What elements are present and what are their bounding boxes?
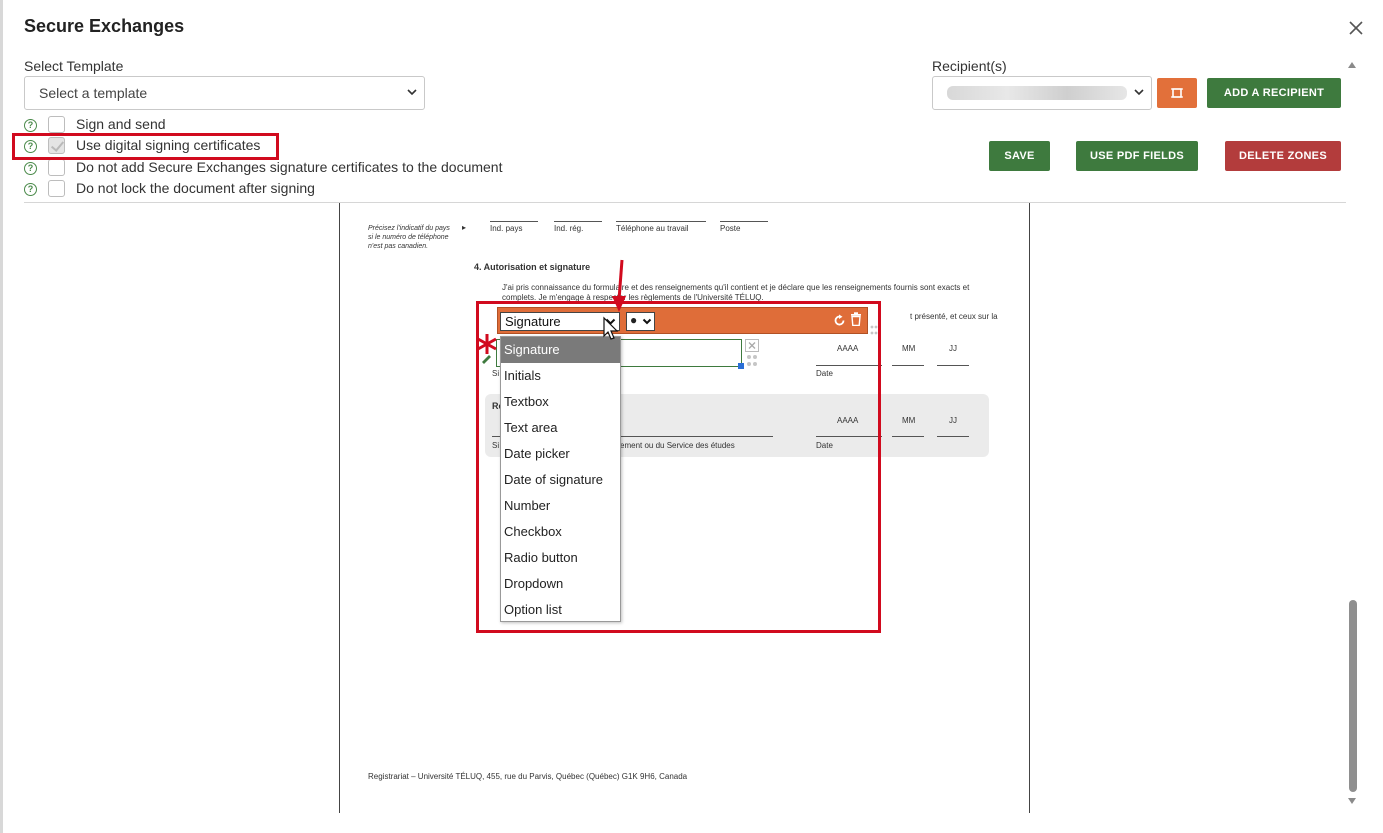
modal-title: Secure Exchanges: [24, 16, 185, 36]
phone-label: Téléphone au travail: [616, 224, 689, 233]
date-line: [937, 436, 969, 437]
scroll-thumb[interactable]: [1349, 600, 1357, 792]
doc-paragraph: J'ai pris connaissance du formulaire et …: [502, 283, 970, 292]
phone-label: Ind. pays: [490, 224, 523, 233]
doc-paragraph: t présenté, et ceux sur la: [910, 312, 998, 321]
date-line: [892, 365, 924, 366]
no-lock-checkbox[interactable]: [48, 180, 65, 197]
annotation-highlight-zone: [476, 301, 881, 633]
option-label: Do not lock the document after signing: [76, 180, 315, 196]
help-icon[interactable]: ?: [24, 183, 37, 196]
help-icon[interactable]: ?: [24, 162, 37, 175]
annotation-highlight-certificates: [12, 133, 279, 160]
no-se-certificates-checkbox[interactable]: [48, 159, 65, 176]
add-recipient-button[interactable]: ADD A RECIPIENT: [1207, 78, 1341, 108]
close-icon[interactable]: [1346, 18, 1366, 38]
scrollbar[interactable]: [1346, 60, 1358, 810]
template-label: Select Template: [24, 58, 124, 74]
date-header: MM: [902, 344, 916, 353]
help-icon[interactable]: ?: [24, 119, 37, 132]
save-button[interactable]: SAVE: [989, 141, 1050, 171]
recipient-redacted-value: [947, 86, 1127, 100]
template-select-value: Select a template: [39, 85, 148, 101]
use-pdf-fields-button[interactable]: USE PDF FIELDS: [1076, 141, 1198, 171]
chevron-down-icon: [1134, 89, 1144, 96]
recipient-select[interactable]: [932, 76, 1152, 110]
phone-field-line: [720, 221, 768, 222]
phone-field-line: [490, 221, 538, 222]
frame-icon: [1171, 88, 1183, 98]
doc-note: n'est pas canadien.: [368, 243, 429, 250]
option-label: Sign and send: [76, 116, 166, 132]
scroll-up-arrow-icon[interactable]: [1348, 62, 1356, 68]
doc-note: si le numéro de téléphone: [368, 234, 449, 241]
scroll-down-arrow-icon[interactable]: [1348, 798, 1356, 804]
template-select[interactable]: Select a template: [24, 76, 425, 110]
annotation-asterisk-icon: [477, 334, 497, 354]
phone-label: Poste: [720, 224, 741, 233]
select-recipient-button[interactable]: [1157, 78, 1197, 108]
sign-and-send-checkbox[interactable]: [48, 116, 65, 133]
phone-label: Ind. rég.: [554, 224, 584, 233]
doc-note: Précisez l'indicatif du pays: [368, 225, 450, 232]
annotation-arrow-icon: [612, 259, 626, 312]
doc-footer: Registrariat – Université TÉLUQ, 455, ru…: [368, 772, 688, 781]
recipients-label: Recipient(s): [932, 58, 1007, 74]
doc-arrow-glyph: ▸: [462, 223, 467, 232]
date-line: [892, 436, 924, 437]
window-edge: [0, 0, 3, 833]
option-label: Do not add Secure Exchanges signature ce…: [76, 159, 503, 175]
delete-zones-button[interactable]: DELETE ZONES: [1225, 141, 1341, 171]
date-header: MM: [902, 416, 916, 425]
section-title: 4. Autorisation et signature: [474, 262, 591, 272]
chevron-down-icon: [407, 89, 417, 96]
phone-field-line: [554, 221, 602, 222]
date-line: [937, 365, 969, 366]
date-header: JJ: [949, 344, 957, 353]
date-header: JJ: [949, 416, 957, 425]
phone-field-line: [616, 221, 706, 222]
